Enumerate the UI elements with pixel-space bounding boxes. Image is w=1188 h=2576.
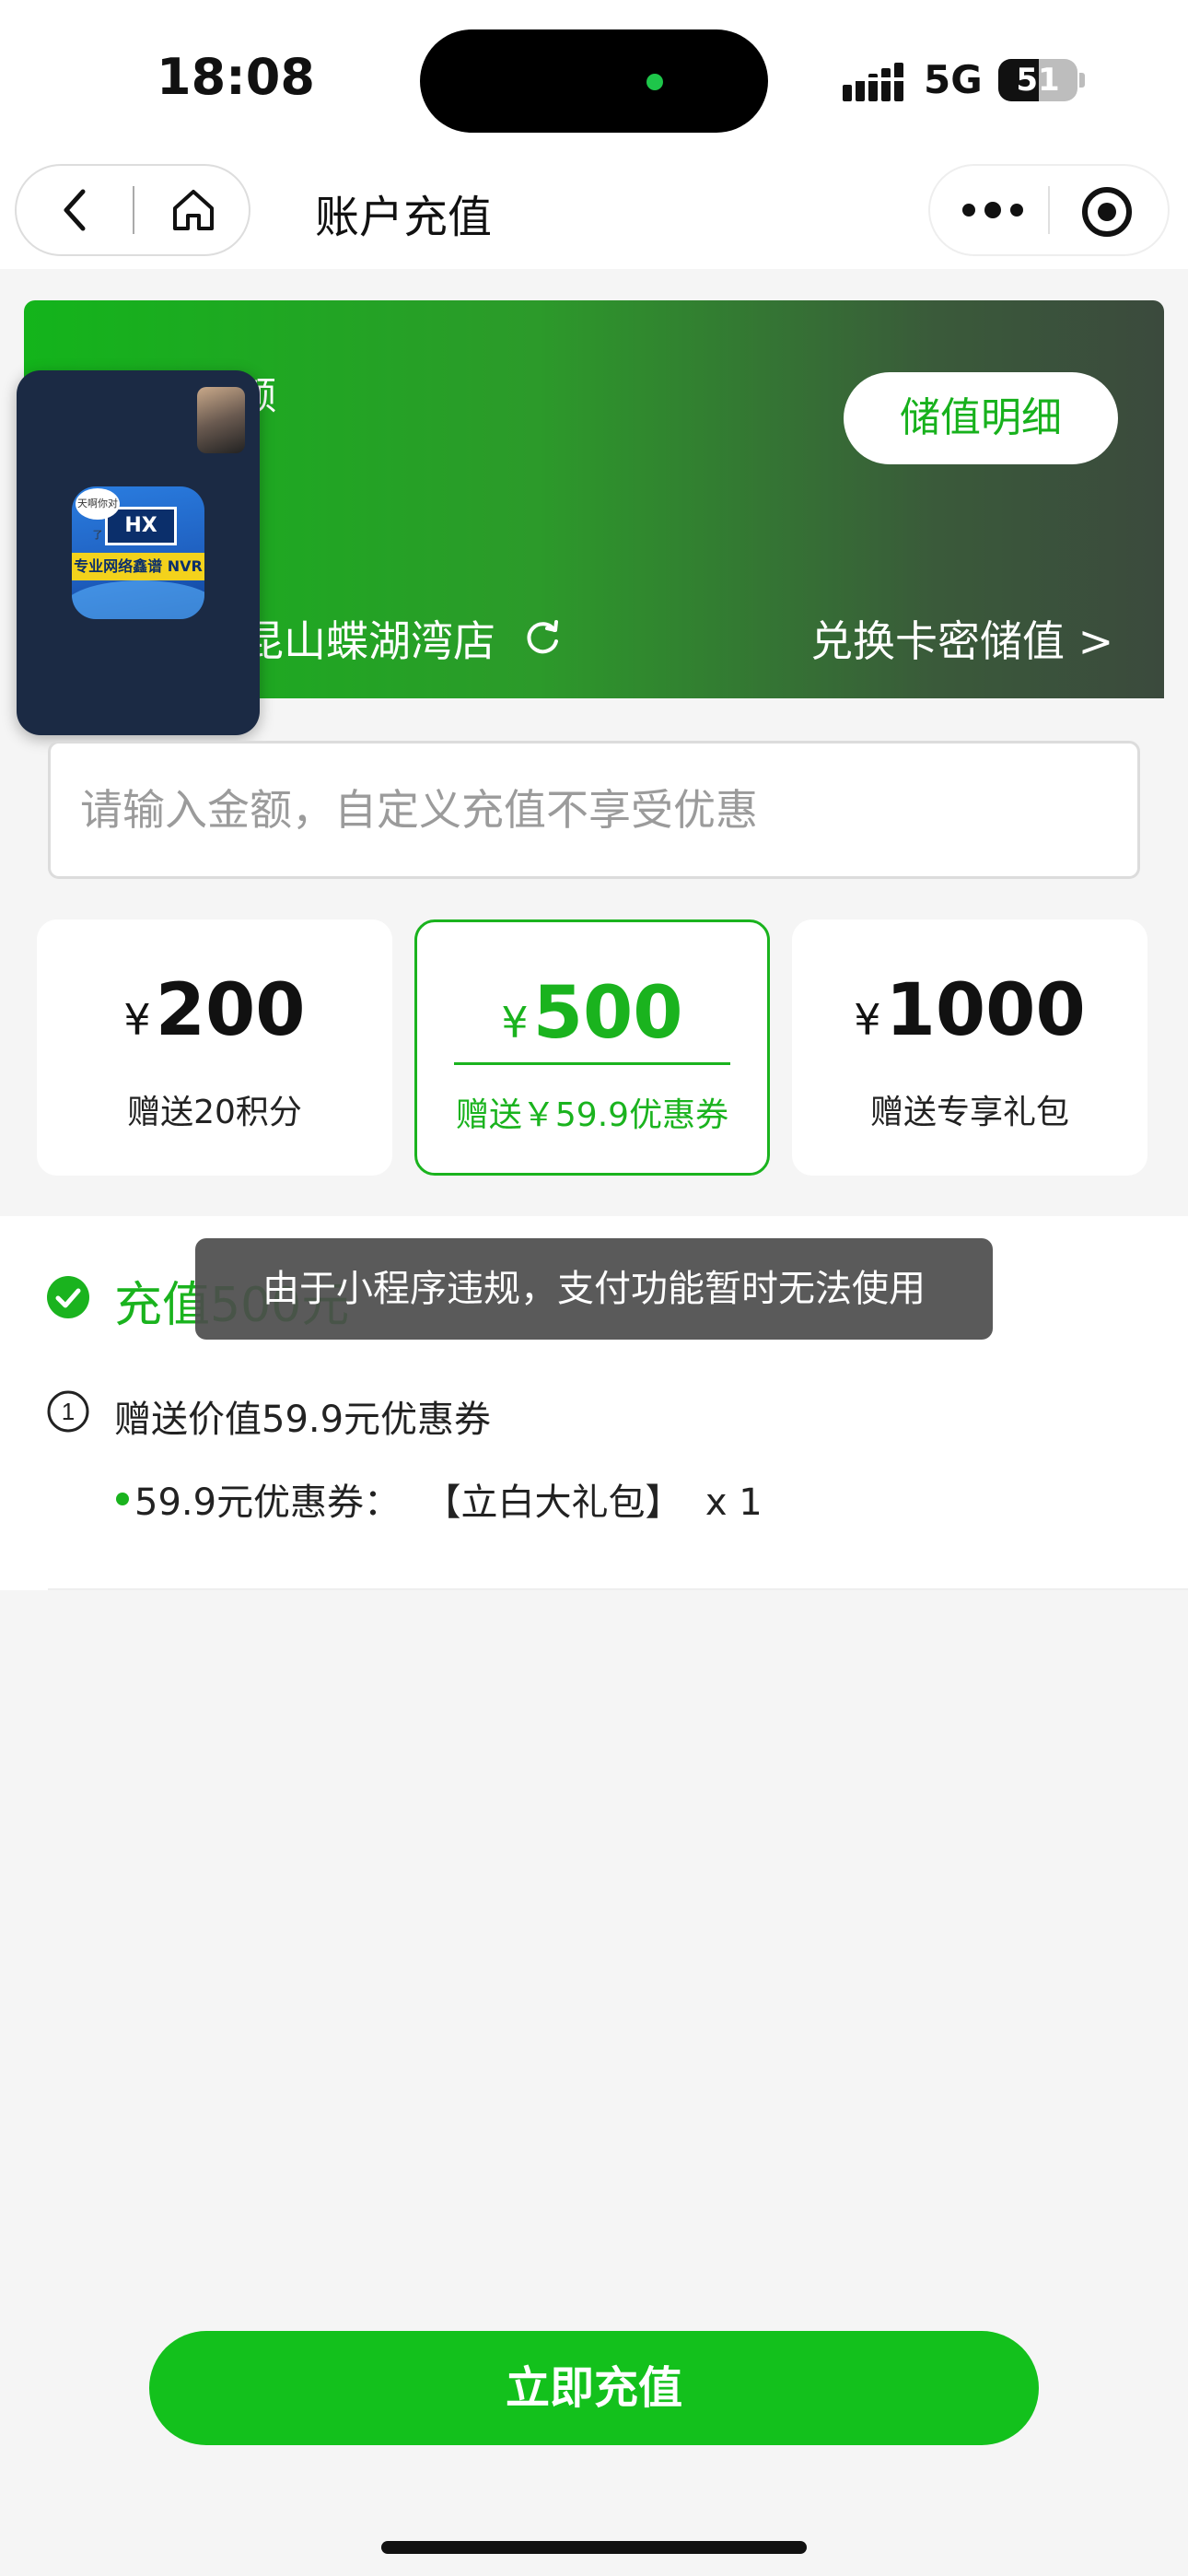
currency-symbol: ¥ — [123, 995, 151, 1045]
signal-icon — [843, 63, 903, 101]
amount-input[interactable] — [48, 741, 1140, 879]
price-option-200[interactable]: ¥ 200 赠送20积分 — [37, 919, 392, 1176]
app-wave-decoration — [72, 580, 204, 619]
home-indicator[interactable] — [381, 2541, 807, 2554]
store-name[interactable]: 昆山蝶湖湾店 — [241, 608, 495, 669]
price-amount: 200 — [155, 969, 306, 1052]
battery-icon: 51 — [998, 59, 1077, 101]
svg-text:1: 1 — [62, 1398, 75, 1425]
currency-symbol: ¥ — [854, 995, 881, 1045]
bullet-dot — [116, 1493, 129, 1505]
gift-title: 赠送价值59.9元优惠券 — [114, 1399, 492, 1441]
dynamic-island — [420, 29, 768, 133]
error-toast: 由于小程序违规，支付功能暂时无法使用 — [195, 1238, 993, 1340]
chevron-left-icon[interactable] — [48, 181, 103, 240]
home-icon[interactable] — [166, 181, 221, 240]
price-bonus: 赠送专享礼包 — [869, 1094, 1069, 1131]
status-time: 18:08 — [157, 48, 315, 106]
price-bonus: 赠送￥59.9优惠券 — [455, 1096, 729, 1134]
network-type: 5G — [924, 57, 983, 102]
record-target-icon[interactable] — [1079, 184, 1135, 240]
thumbnail-image[interactable] — [197, 387, 245, 453]
redeem-card-link[interactable]: 兑换卡密储值 > — [810, 608, 1113, 669]
camera-indicator-dot — [646, 74, 663, 90]
battery-tip — [1079, 73, 1085, 88]
more-dots-icon[interactable] — [958, 190, 1028, 230]
price-option-500[interactable]: ¥ 500 赠送￥59.9优惠券 — [414, 919, 770, 1176]
currency-symbol: ¥ — [501, 998, 529, 1048]
divider — [48, 1588, 1188, 1590]
selected-underline — [454, 1062, 730, 1065]
stored-value-detail-button[interactable]: 储值明细 — [844, 372, 1118, 464]
price-value: ¥ 1000 — [792, 969, 1147, 1052]
price-amount: 500 — [532, 972, 683, 1055]
circled-number-one-icon: 1 — [47, 1390, 89, 1433]
refresh-icon[interactable] — [521, 615, 564, 658]
capsule-divider-right — [1048, 186, 1050, 234]
price-value: ¥ 500 — [417, 972, 767, 1055]
capsule-divider — [133, 186, 134, 234]
price-bonus: 赠送20积分 — [127, 1094, 302, 1131]
gift-item: 59.9元优惠券： 【立白大礼包】 x 1 — [134, 1481, 763, 1524]
price-amount: 1000 — [885, 969, 1086, 1052]
battery-level: 51 — [1016, 62, 1060, 99]
check-circle-icon — [47, 1276, 89, 1318]
page-title: 账户充值 — [315, 192, 493, 243]
recharge-now-button[interactable]: 立即充值 — [149, 2331, 1039, 2445]
speech-bubble: 天啊你对了 — [76, 488, 120, 541]
price-option-1000[interactable]: ¥ 1000 赠送专享礼包 — [792, 919, 1147, 1176]
app-band-text: 专业网络鑫谱 NVR — [72, 553, 204, 580]
price-value: ¥ 200 — [37, 969, 392, 1052]
